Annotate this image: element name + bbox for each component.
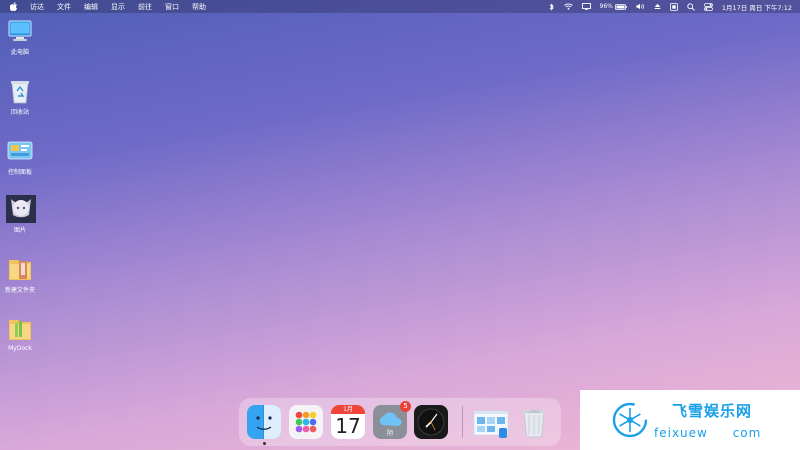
wifi-icon[interactable] <box>563 3 573 10</box>
site-watermark: 飞雪娱乐网 feixuew com <box>580 390 800 450</box>
volume-icon[interactable] <box>636 3 645 10</box>
trash-icon <box>523 410 545 438</box>
desktop-icon-label: 回收站 <box>10 109 29 116</box>
bluetooth-icon[interactable] <box>549 2 555 11</box>
search-icon[interactable] <box>687 2 695 11</box>
anime-picture-icon <box>6 195 36 223</box>
battery-percent: 96% <box>599 3 613 10</box>
window-thumbnail-icon <box>473 410 509 438</box>
folder-icon <box>6 255 34 283</box>
dock-calendar[interactable]: 1月 17 <box>331 405 365 439</box>
display-icon[interactable] <box>581 3 591 10</box>
desktop-icon-this-pc[interactable]: 此电脑 <box>4 17 36 56</box>
control-center-icon[interactable] <box>704 2 713 11</box>
finder-running-indicator <box>263 442 266 445</box>
watermark-url-part-a: feixuew <box>654 426 708 440</box>
launchpad-icon <box>295 411 317 433</box>
menu-edit[interactable]: 编辑 <box>84 2 98 12</box>
dock-launchpad[interactable] <box>289 405 323 439</box>
menu-help[interactable]: 帮助 <box>192 2 206 12</box>
menu-finder[interactable]: 访达 <box>30 2 44 12</box>
desktop-icon-mydock[interactable]: MyDock <box>4 315 36 352</box>
weather-badge: 5 <box>400 401 411 412</box>
desktop-icon-new-folder[interactable]: 新建文件夹 <box>4 255 36 294</box>
menu-bar: 访达 文件 编辑 显示 前往 窗口 帮助 96% 1月17日 周日 下午7:12 <box>0 0 800 13</box>
desktop-icon-label: 控制面板 <box>7 169 32 176</box>
weather-label: 阴 <box>386 430 393 437</box>
clock-text[interactable]: 1月17日 周日 下午7:12 <box>722 2 792 12</box>
snowflake-logo-icon <box>612 402 648 438</box>
recycle-bin-icon <box>6 77 34 105</box>
watermark-title: 飞雪娱乐网 <box>672 402 753 420</box>
control-panel-icon <box>6 137 34 165</box>
menu-window[interactable]: 窗口 <box>165 2 179 12</box>
clock-icon <box>417 408 445 436</box>
desktop-icon-picture[interactable]: 图片 <box>4 195 36 234</box>
watermark-url: feixuew com <box>654 426 761 440</box>
battery-icon <box>614 3 627 10</box>
desktop-icon-label: 新建文件夹 <box>4 287 35 294</box>
desktop-icon-recycle-bin[interactable]: 回收站 <box>4 77 36 116</box>
menu-view[interactable]: 显示 <box>111 2 125 12</box>
input-method-icon[interactable] <box>669 2 678 11</box>
computer-icon <box>6 17 34 45</box>
calendar-day: 17 <box>335 414 361 438</box>
dock-separator <box>462 406 463 438</box>
calendar-month-header: 1月 <box>331 405 365 414</box>
dock-trash[interactable] <box>517 405 551 439</box>
desktop-icon-control-panel[interactable]: 控制面板 <box>4 137 36 176</box>
desktop-icon-label: 图片 <box>13 227 26 234</box>
dock-window-preview[interactable] <box>473 405 509 439</box>
dock-finder[interactable] <box>247 405 281 439</box>
desktop-icon-label: MyDock <box>8 345 32 352</box>
watermark-url-part-b: com <box>732 426 762 440</box>
dock: 1月 17 阴 5 <box>239 398 561 446</box>
finder-icon <box>247 405 281 439</box>
dock-clock[interactable] <box>414 405 448 439</box>
eject-icon[interactable] <box>654 3 661 10</box>
dock-weather[interactable]: 阴 5 <box>373 401 411 439</box>
apple-menu-icon[interactable] <box>10 2 18 11</box>
calendar-month: 1月 <box>343 406 353 413</box>
menu-go[interactable]: 前往 <box>138 2 152 12</box>
battery-status[interactable]: 96% <box>600 3 627 10</box>
menu-file[interactable]: 文件 <box>57 2 71 12</box>
desktop-icon-label: 此电脑 <box>10 49 29 56</box>
mydock-icon <box>6 315 34 343</box>
